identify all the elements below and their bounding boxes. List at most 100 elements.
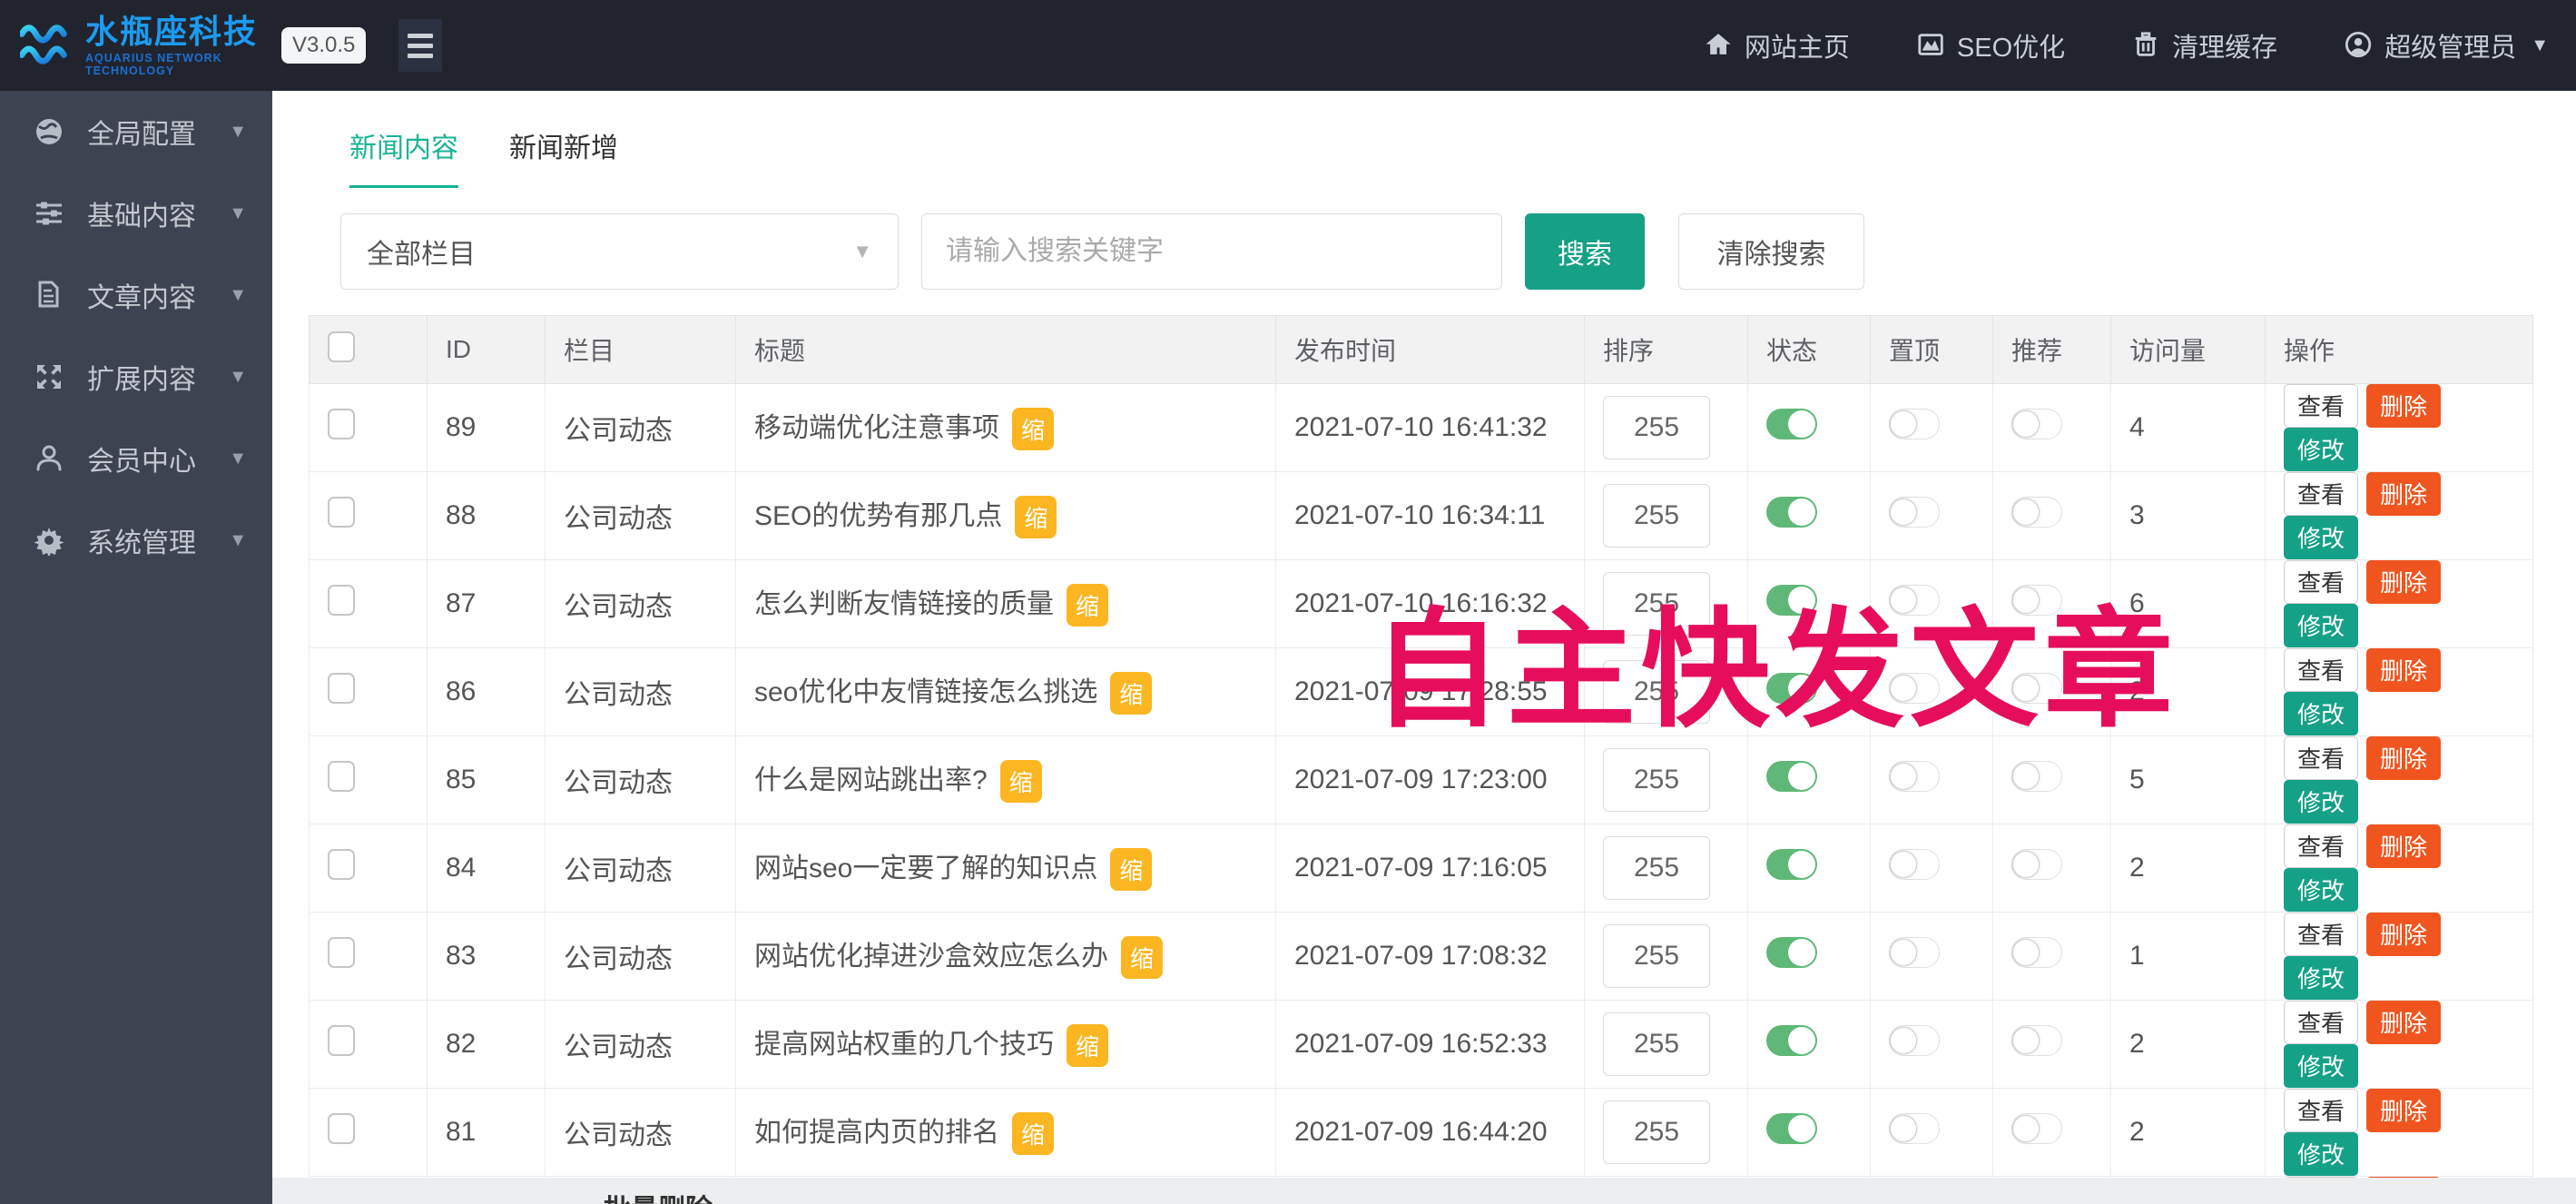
view-button[interactable]: 查看	[2284, 1089, 2359, 1132]
row-checkbox[interactable]	[328, 497, 355, 528]
edit-button[interactable]: 修改	[2284, 956, 2359, 1000]
row-checkbox[interactable]	[328, 673, 355, 704]
edit-button[interactable]: 修改	[2284, 780, 2359, 824]
cell-id: 86	[427, 647, 546, 736]
search-button[interactable]: 搜索	[1525, 213, 1645, 290]
delete-button[interactable]: 删除	[2366, 648, 2442, 692]
select-all-checkbox[interactable]	[328, 331, 355, 362]
sidebar-item-4[interactable]: 会员中心 ▼	[0, 418, 272, 499]
top-menu-item-1[interactable]: SEO优化	[1917, 26, 2065, 64]
trash-icon	[2135, 32, 2157, 56]
view-button[interactable]: 查看	[2284, 824, 2359, 868]
edit-button[interactable]: 修改	[2284, 516, 2359, 559]
recommend-toggle[interactable]	[2011, 1025, 2062, 1056]
row-checkbox[interactable]	[328, 409, 355, 439]
row-checkbox[interactable]	[328, 1113, 355, 1144]
row-checkbox[interactable]	[328, 585, 355, 616]
edit-button[interactable]: 修改	[2284, 868, 2359, 912]
logo: 水瓶座科技 AQUARIUS NETWORK TECHNOLOGY	[0, 0, 272, 91]
hamburger-menu-icon[interactable]	[398, 19, 443, 72]
top-toggle[interactable]	[1889, 1025, 1940, 1056]
category-select[interactable]: 全部栏目 ▼	[340, 213, 899, 290]
sidebar-item-1[interactable]: 基础内容 ▼	[0, 173, 272, 254]
top-toggle[interactable]	[1889, 937, 1940, 968]
sort-input[interactable]	[1603, 1100, 1710, 1164]
top-menu-item-0[interactable]: 网站主页	[1705, 26, 1850, 64]
caret-down-icon: ▼	[229, 529, 247, 550]
delete-button[interactable]: 删除	[2366, 472, 2442, 516]
category-select-value: 全部栏目	[367, 240, 476, 270]
view-button[interactable]: 查看	[2284, 1001, 2359, 1044]
edit-button[interactable]: 修改	[2284, 692, 2359, 735]
top-toggle[interactable]	[1889, 497, 1940, 528]
tab-1[interactable]: 新闻新增	[509, 125, 618, 188]
recommend-toggle[interactable]	[2011, 497, 2062, 528]
edit-button[interactable]: 修改	[2284, 428, 2359, 471]
logo-waves-icon	[20, 25, 67, 64]
view-button[interactable]: 查看	[2284, 648, 2359, 692]
globe-icon	[36, 119, 62, 144]
sidebar-item-3[interactable]: 扩展内容 ▼	[0, 336, 272, 418]
sort-input[interactable]	[1603, 924, 1710, 988]
sort-input[interactable]	[1603, 484, 1710, 548]
status-toggle[interactable]	[1766, 937, 1817, 968]
top-menu-item-3[interactable]: 超级管理员 ▼	[2345, 26, 2549, 64]
recommend-toggle[interactable]	[2011, 761, 2062, 792]
row-checkbox[interactable]	[328, 937, 355, 968]
edit-button[interactable]: 修改	[2284, 1132, 2359, 1176]
edit-button[interactable]: 修改	[2284, 604, 2359, 647]
view-button[interactable]: 查看	[2284, 472, 2359, 516]
view-button[interactable]: 查看	[2284, 560, 2359, 604]
top-toggle[interactable]	[1889, 1113, 1940, 1144]
cell-category: 公司动态	[545, 735, 736, 824]
sort-input[interactable]	[1603, 396, 1710, 459]
status-toggle[interactable]	[1766, 1025, 1817, 1056]
status-toggle[interactable]	[1766, 849, 1817, 880]
delete-button[interactable]: 删除	[2366, 560, 2442, 604]
row-checkbox[interactable]	[328, 1025, 355, 1056]
status-toggle[interactable]	[1766, 409, 1817, 439]
view-button[interactable]: 查看	[2284, 736, 2359, 780]
status-toggle[interactable]	[1766, 497, 1817, 528]
sidebar-item-2[interactable]: 文章内容 ▼	[0, 254, 272, 336]
delete-button[interactable]: 删除	[2366, 736, 2442, 780]
top-menu: 网站主页 SEO优化 清理缓存 超级管理员 ▼	[1705, 26, 2576, 64]
cell-title: 怎么判断友情链接的质量缩	[735, 559, 1276, 648]
recommend-toggle[interactable]	[2011, 409, 2062, 439]
recommend-toggle[interactable]	[2011, 849, 2062, 880]
top-toggle[interactable]	[1889, 409, 1940, 439]
cell-category: 公司动态	[545, 824, 736, 913]
column-header: 排序	[1584, 315, 1748, 384]
tab-0[interactable]: 新闻内容	[349, 125, 458, 188]
shrink-badge: 缩	[1110, 672, 1153, 715]
sort-input[interactable]	[1603, 748, 1710, 812]
sidebar-item-0[interactable]: 全局配置 ▼	[0, 91, 272, 173]
delete-button[interactable]: 删除	[2366, 384, 2442, 428]
clear-search-button[interactable]: 清除搜索	[1678, 213, 1864, 290]
footer-partial-button[interactable]: 批量删除	[604, 1187, 713, 1204]
delete-button[interactable]: 删除	[2366, 1089, 2442, 1132]
status-toggle[interactable]	[1766, 1113, 1817, 1144]
row-checkbox[interactable]	[328, 849, 355, 880]
top-toggle[interactable]	[1889, 761, 1940, 792]
caret-down-icon: ▼	[2531, 35, 2549, 55]
top-toggle[interactable]	[1889, 849, 1940, 880]
sort-input[interactable]	[1603, 836, 1710, 900]
sort-input[interactable]	[1603, 1012, 1710, 1076]
sidebar-item-label: 扩展内容	[87, 365, 196, 395]
edit-button[interactable]: 修改	[2284, 1044, 2359, 1088]
delete-button[interactable]: 删除	[2366, 824, 2442, 868]
cell-id: 83	[427, 912, 546, 1001]
delete-button[interactable]: 删除	[2366, 1001, 2442, 1044]
delete-button[interactable]: 删除	[2366, 913, 2442, 956]
top-menu-item-2[interactable]: 清理缓存	[2132, 26, 2277, 64]
sidebar-item-5[interactable]: 系统管理 ▼	[0, 499, 272, 581]
view-button[interactable]: 查看	[2284, 913, 2359, 956]
row-checkbox[interactable]	[328, 761, 355, 792]
view-button[interactable]: 查看	[2284, 384, 2359, 428]
status-toggle[interactable]	[1766, 761, 1817, 792]
shrink-badge: 缩	[1012, 1112, 1055, 1156]
search-input[interactable]	[921, 213, 1502, 290]
recommend-toggle[interactable]	[2011, 937, 2062, 968]
recommend-toggle[interactable]	[2011, 1113, 2062, 1144]
